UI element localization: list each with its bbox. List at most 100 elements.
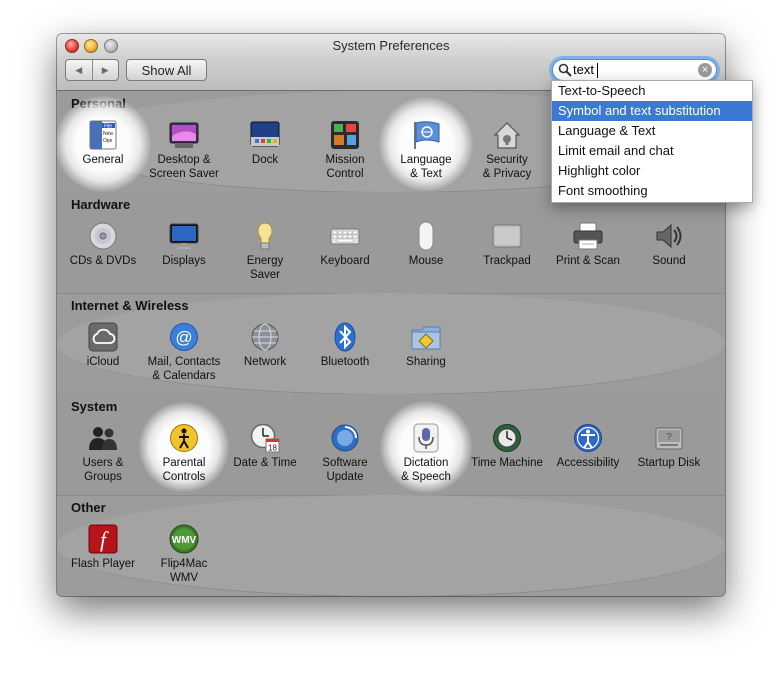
search-result-item[interactable]: Text-to-Speech (552, 81, 752, 101)
window-title: System Preferences (332, 38, 450, 53)
pref-pane-label: iCloud (86, 356, 120, 368)
search-icon (558, 63, 572, 77)
dock-icon (250, 121, 280, 147)
pref-pane-dictation-speech[interactable]: Dictation & Speech (388, 423, 464, 485)
pref-pane-print-scan[interactable]: Print & Scan (550, 221, 626, 283)
search-result-item[interactable]: Highlight color (552, 161, 752, 181)
section-title: Internet & Wireless (71, 298, 189, 313)
network-globe-icon (251, 323, 279, 351)
pref-pane-label: Software Update (322, 457, 368, 483)
general-icon: FileNewOpe (89, 120, 117, 150)
pref-pane-accessibility[interactable]: Accessibility (550, 423, 626, 485)
pref-pane-flash-player[interactable]: f Flash Player (65, 524, 141, 586)
section-hardware: Hardware CDs & DVDs Displays Energy Saver Ke… (57, 192, 725, 294)
pref-pane-label: Dictation & Speech (401, 457, 451, 483)
pref-pane-label: CDs & DVDs (69, 255, 137, 267)
bulb-icon (257, 222, 273, 250)
forward-button[interactable]: ▶ (93, 60, 119, 80)
pref-pane-label: Displays (162, 255, 206, 267)
pref-pane-label: Desktop & Screen Saver (149, 154, 219, 180)
svg-text:?: ? (666, 432, 672, 443)
pref-pane-security-privacy[interactable]: Security & Privacy (469, 120, 545, 182)
pref-pane-label: Language & Text (400, 154, 452, 180)
icloud-icon (88, 322, 118, 352)
pref-pane-flip4mac-wmv[interactable]: WMV Flip4Mac WMV (146, 524, 222, 586)
svg-text:@: @ (175, 328, 192, 347)
pref-pane-startup-disk[interactable]: ? Startup Disk (631, 423, 707, 485)
at-sign-icon: @ (170, 323, 198, 351)
pref-pane-label: General (82, 154, 124, 166)
pref-pane-parental-controls[interactable]: Parental Controls (146, 423, 222, 485)
svg-text:WMV: WMV (172, 535, 197, 546)
pref-pane-mouse[interactable]: Mouse (388, 221, 464, 283)
pref-pane-dock[interactable]: Dock (227, 120, 303, 182)
pref-pane-desktop-screen-saver[interactable]: Desktop & Screen Saver (146, 120, 222, 182)
search-result-item[interactable]: Language & Text (552, 121, 752, 141)
pref-pane-icloud[interactable]: iCloud (65, 322, 141, 384)
users-icon (89, 427, 117, 450)
section-title: Other (71, 500, 106, 515)
pref-pane-label: Mail, Contacts & Calendars (147, 356, 221, 382)
pref-pane-label: Flip4Mac WMV (160, 558, 208, 584)
pref-pane-language-text[interactable]: Language & Text (388, 120, 464, 182)
pref-pane-label: Print & Scan (556, 255, 620, 267)
pref-pane-sound[interactable]: Sound (631, 221, 707, 283)
pref-pane-mail-contacts-calendars[interactable]: @ Mail, Contacts & Calendars (146, 322, 222, 384)
search-result-item[interactable]: Limit email and chat (552, 141, 752, 161)
pref-pane-label: Trackpad (483, 255, 531, 267)
pref-pane-sharing[interactable]: Sharing (388, 322, 464, 384)
desktop-icon (169, 122, 199, 148)
pref-pane-label: Bluetooth (320, 356, 370, 368)
pref-pane-users-groups[interactable]: Users & Groups (65, 423, 141, 485)
search-result-item[interactable]: Symbol and text substitution (552, 101, 752, 121)
pref-pane-label: Keyboard (320, 255, 370, 267)
time-machine-icon (493, 424, 521, 452)
show-all-button[interactable]: Show All (126, 59, 207, 81)
pref-pane-label: Accessibility (556, 457, 620, 469)
svg-text:New: New (103, 131, 113, 137)
pref-pane-mission-control[interactable]: Mission Control (307, 120, 383, 182)
pref-pane-label: Flash Player (71, 558, 135, 570)
pref-pane-date-time[interactable]: 18 Date & Time (227, 423, 303, 485)
keyboard-icon (330, 228, 360, 245)
pref-pane-energy-saver[interactable]: Energy Saver (227, 221, 303, 283)
section-system: System Users & Groups Parental Controls 18 D… (57, 394, 725, 496)
clear-search-icon[interactable]: × (698, 63, 712, 77)
pref-pane-trackpad[interactable]: Trackpad (469, 221, 545, 283)
language-flag-icon (414, 121, 440, 149)
mouse-icon (418, 221, 434, 251)
pref-pane-general[interactable]: File New Ope General (65, 120, 141, 182)
microphone-icon (413, 423, 439, 453)
pref-pane-time-machine[interactable]: Time Machine (469, 423, 545, 485)
back-button[interactable]: ◀ (66, 60, 93, 80)
hard-disk-icon: ? (655, 427, 683, 450)
section-title: System (71, 399, 118, 414)
text-caret (597, 63, 598, 78)
trackpad-icon (492, 224, 522, 248)
pref-pane-software-update[interactable]: Software Update (307, 423, 383, 485)
pref-pane-cds-dvds[interactable]: CDs & DVDs (65, 221, 141, 283)
svg-text:Ope: Ope (103, 138, 113, 144)
section-title: Hardware (71, 197, 131, 212)
speaker-icon (656, 223, 682, 249)
search-input[interactable]: text (573, 62, 594, 77)
svg-text:File: File (104, 124, 112, 130)
search-field[interactable]: text × (552, 59, 717, 81)
pref-pane-keyboard[interactable]: Keyboard (307, 221, 383, 283)
pref-pane-label: Sound (652, 255, 686, 267)
software-update-icon (331, 424, 359, 452)
flash-icon: f (88, 524, 118, 554)
parental-controls-icon (170, 424, 198, 452)
pref-pane-network[interactable]: Network (227, 322, 303, 384)
pref-pane-label: Security & Privacy (482, 154, 532, 180)
section-other: Other f Flash Player WMV Flip4Mac WMV (57, 495, 725, 596)
bluetooth-icon (334, 322, 356, 352)
flip4mac-icon: WMV (169, 524, 199, 554)
pref-pane-displays[interactable]: Displays (146, 221, 222, 283)
pref-pane-bluetooth[interactable]: Bluetooth (307, 322, 383, 384)
disc-icon (89, 222, 117, 250)
pref-pane-label: Users & Groups (82, 457, 124, 483)
pref-pane-label: Sharing (406, 356, 446, 368)
search-result-item[interactable]: Font smoothing (552, 181, 752, 201)
pref-pane-label: Date & Time (233, 457, 297, 469)
